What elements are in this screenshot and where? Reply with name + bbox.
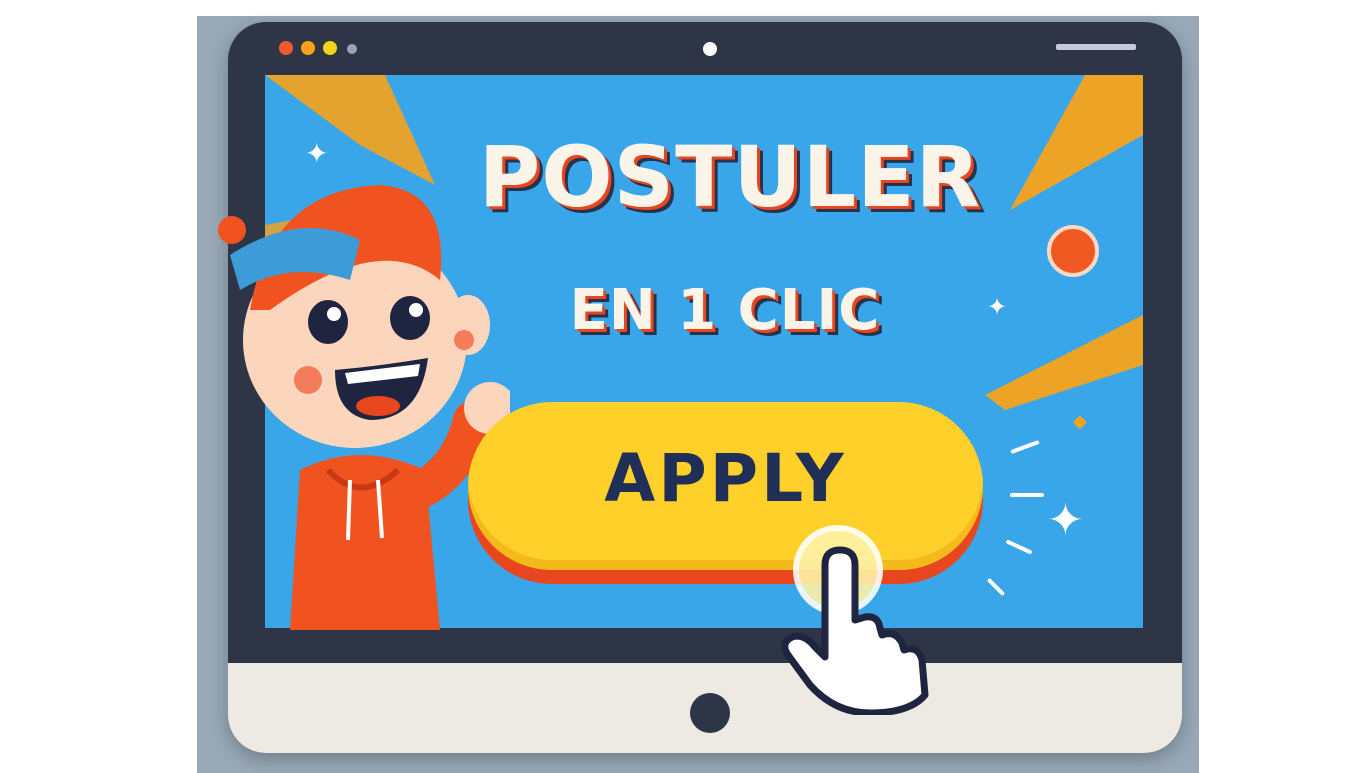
headline-line-1: POSTULER [478,128,982,226]
power-icon [690,693,730,733]
camera-icon [703,42,717,56]
pointer-hand-icon [781,525,929,715]
sparkle-icon: ✦ [1047,495,1084,546]
window-dot-red-icon [279,41,293,55]
window-dot-gray-icon [347,44,357,54]
sparkle-icon: ◆ [1073,411,1087,432]
motion-dash [1010,493,1044,497]
orange-orb [1047,225,1099,277]
apply-button-label: APPLY [604,440,847,517]
window-dot-orange-icon [301,41,315,55]
sparkle-icon: ✦ [987,293,1008,321]
sparkle-icon: ✦ [305,137,329,170]
mascot-character [218,185,510,630]
window-dot-yellow-icon [323,41,337,55]
headline-line-2: EN 1 CLIC [569,278,881,343]
brand-mark [1056,44,1136,50]
